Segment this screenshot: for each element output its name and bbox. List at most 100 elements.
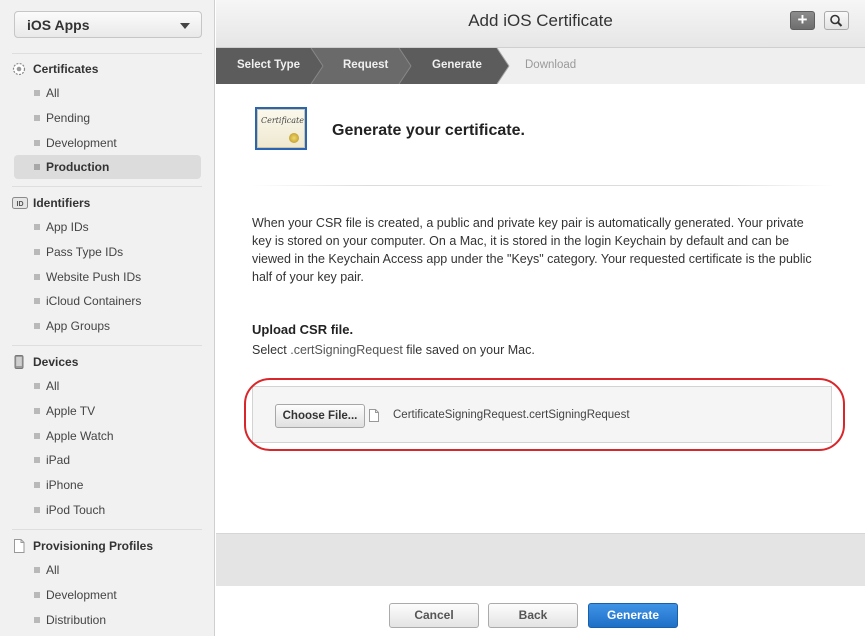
sidebar-item-iphone[interactable]: iPhone <box>14 473 201 497</box>
sidebar-section-devices: Devices <box>12 353 202 373</box>
sidebar-item-label: iPad <box>46 453 71 467</box>
sidebar-item-distribution[interactable]: Distribution <box>14 608 201 632</box>
bullet-icon <box>34 457 40 463</box>
sidebar-section-provisioning-profiles: Provisioning Profiles <box>12 537 202 557</box>
file-icon <box>369 409 379 422</box>
sidebar-section-title: Identifiers <box>33 196 91 210</box>
sidebar-item-ipod-touch[interactable]: iPod Touch <box>14 498 201 522</box>
certificate-icon-text: Certificate <box>261 116 304 125</box>
sidebar-item-label: iPod Touch <box>46 503 106 517</box>
cancel-button[interactable]: Cancel <box>389 603 479 628</box>
sidebar-item-pass-type-ids[interactable]: Pass Type IDs <box>14 240 201 264</box>
sidebar-item-all[interactable]: All <box>14 374 201 398</box>
sidebar-item-production[interactable]: Production <box>14 155 201 179</box>
sidebar-item-label: App IDs <box>46 220 89 234</box>
plus-icon: + <box>797 10 808 29</box>
bullet-icon <box>34 249 40 255</box>
upload-sub-suffix: file saved on your Mac. <box>402 343 535 357</box>
bullet-icon <box>34 323 40 329</box>
bullet-icon <box>34 298 40 304</box>
bullet-icon <box>34 482 40 488</box>
choose-file-button[interactable]: Choose File... <box>275 404 365 428</box>
app-type-select[interactable]: iOS Apps <box>14 11 202 38</box>
bullet-icon <box>34 617 40 623</box>
bullet-icon <box>34 140 40 146</box>
upload-instructions: Select .certSigningRequest file saved on… <box>252 343 535 357</box>
progress-steps: Select Type Request Generate Download <box>216 48 865 84</box>
sidebar-item-pending[interactable]: Pending <box>14 106 201 130</box>
sidebar-item-ipad[interactable]: iPad <box>14 448 201 472</box>
bullet-icon <box>34 567 40 573</box>
description-text: When your CSR file is created, a public … <box>252 216 812 284</box>
back-button[interactable]: Back <box>488 603 578 628</box>
sidebar-section-title: Certificates <box>33 62 99 76</box>
sidebar-item-apple-watch[interactable]: Apple Watch <box>14 424 201 448</box>
certificate-gear-icon <box>12 62 26 76</box>
sidebar-item-label: Apple Watch <box>46 429 114 443</box>
sidebar-item-label: iCloud Containers <box>46 294 142 308</box>
sidebar-item-label: Development <box>46 588 117 602</box>
step-request: Request <box>343 59 389 71</box>
page-header: Add iOS Certificate + <box>216 0 865 48</box>
sidebar-divider <box>12 186 202 187</box>
sidebar-section-title: Provisioning Profiles <box>33 539 154 553</box>
sidebar-item-label: Pending <box>46 111 91 125</box>
svg-text:ID: ID <box>17 201 24 208</box>
step-select-type: Select Type <box>237 59 301 71</box>
sidebar-item-label: Distribution <box>46 613 107 627</box>
sidebar-divider <box>12 529 202 530</box>
add-button[interactable]: + <box>790 11 815 30</box>
sidebar-item-label: Pass Type IDs <box>46 245 124 259</box>
bullet-icon <box>34 164 40 170</box>
id-badge-icon: ID <box>12 196 28 210</box>
bullet-icon <box>34 433 40 439</box>
search-button[interactable] <box>824 11 849 30</box>
sidebar-item-label: App Groups <box>46 319 111 333</box>
sidebar-divider <box>12 345 202 346</box>
document-icon <box>12 539 26 553</box>
sidebar-item-apple-tv[interactable]: Apple TV <box>14 399 201 423</box>
sidebar-item-label: All <box>46 563 60 577</box>
upload-sub-prefix: Select <box>252 343 291 357</box>
bullet-icon <box>34 224 40 230</box>
sidebar-item-development[interactable]: Development <box>14 131 201 155</box>
sidebar-item-label: Production <box>46 160 110 174</box>
sidebar-divider <box>12 53 202 54</box>
sidebar-item-app-ids[interactable]: App IDs <box>14 215 201 239</box>
bullet-icon <box>34 507 40 513</box>
sidebar-item-label: All <box>46 86 60 100</box>
device-phone-icon <box>12 355 26 369</box>
sidebar-item-all[interactable]: All <box>14 81 201 105</box>
sidebar-item-development[interactable]: Development <box>14 583 201 607</box>
sidebar-section-identifiers: ID Identifiers <box>12 194 202 214</box>
sidebar-item-website-push-ids[interactable]: Website Push IDs <box>14 265 201 289</box>
selected-file-name: CertificateSigningRequest.certSigningReq… <box>393 409 630 421</box>
content-heading: Generate your certificate. <box>332 122 525 139</box>
upload-title: Upload CSR file. <box>252 322 354 337</box>
page-title: Add iOS Certificate <box>468 11 613 30</box>
sidebar-item-label: iPhone <box>46 478 84 492</box>
sidebar-item-icloud-containers[interactable]: iCloud Containers <box>14 289 201 313</box>
upload-sub-extension: .certSigningRequest <box>290 343 403 357</box>
app-type-select-label: iOS Apps <box>27 17 90 33</box>
bullet-icon <box>34 592 40 598</box>
bullet-icon <box>34 115 40 121</box>
sidebar: iOS Apps Certificates All Pending Developme… <box>0 0 215 636</box>
step-download: Download <box>525 59 577 71</box>
sidebar-item-all[interactable]: All <box>14 558 201 582</box>
seal-icon <box>289 133 299 143</box>
sidebar-item-label: Apple TV <box>46 404 96 418</box>
certificate-icon: Certificate <box>255 107 307 150</box>
step-generate: Generate <box>432 59 482 71</box>
generate-button[interactable]: Generate <box>588 603 678 628</box>
search-icon <box>830 14 843 27</box>
sidebar-item-label: Development <box>46 136 117 150</box>
sidebar-section-title: Devices <box>33 355 79 369</box>
bullet-icon <box>34 383 40 389</box>
bullet-icon <box>34 90 40 96</box>
sidebar-item-label: All <box>46 379 60 393</box>
divider <box>252 185 834 186</box>
bullet-icon <box>34 274 40 280</box>
bullet-icon <box>34 408 40 414</box>
sidebar-item-app-groups[interactable]: App Groups <box>14 314 201 338</box>
